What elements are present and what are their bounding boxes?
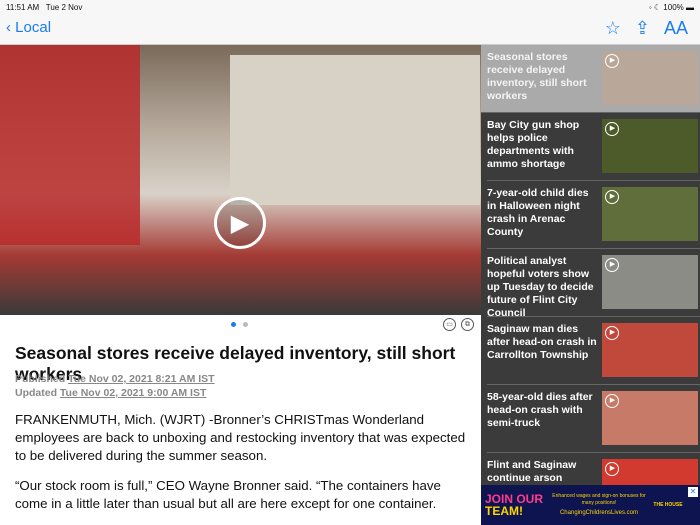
video-player[interactable]: ▶ [0,45,481,315]
story-thumbnail: ▶ [602,323,698,377]
text-size-icon[interactable]: AA [664,18,688,39]
ad-message: Enhanced wages and sign-on bonuses for m… [549,493,649,517]
updated-date: Tue Nov 02, 2021 9:00 AM IST [59,387,207,399]
play-icon[interactable]: ▶ [214,197,266,249]
sidebar-story-item[interactable]: Seasonal stores receive delayed inventor… [481,45,700,113]
back-button[interactable]: ‹ Local [6,19,51,36]
share-icon[interactable]: ⇪ [635,18,650,39]
play-icon: ▶ [605,462,620,476]
page-dots[interactable] [231,322,248,327]
story-thumbnail: ▶ [602,119,698,173]
sidebar-story-item[interactable]: Saginaw man dies after head-on crash in … [487,317,700,385]
story-thumbnail: ▶ [602,459,698,485]
play-icon: ▶ [605,190,620,204]
story-title: 7-year-old child dies in Halloween night… [487,187,589,238]
paragraph: “Our stock room is full,” CEO Wayne Bron… [15,478,441,511]
ad-url: ChangingChildrensLives.com [559,510,639,516]
paragraph: FRANKENMUTH, Mich. (WJRT) -Bronner’s CHR… [15,412,466,463]
story-title: Political analyst hopeful voters show up… [487,255,594,319]
chevron-left-icon: ‹ [6,19,11,36]
published-label: Published [15,373,66,385]
play-icon: ▶ [605,54,620,68]
ad-headline-2: TEAM! [485,504,523,518]
video-icon[interactable]: ▭ [443,318,456,331]
ad-headline: JOIN OUR TEAM! [485,493,545,517]
date: Tue 2 Nov [45,3,83,12]
sidebar-story-item[interactable]: 7-year-old child dies in Halloween night… [487,181,700,249]
nav-bar: ‹ Local ☆ ⇪ AA [0,14,700,45]
play-icon: ▶ [605,122,620,136]
video-frame-boxes [230,55,480,205]
story-thumbnail: ▶ [602,391,698,445]
time: 11:51 AM [6,3,40,12]
status-time: 11:51 AM Tue 2 Nov [6,3,82,12]
play-icon: ▶ [605,326,620,340]
updated-label: Updated [15,387,57,399]
story-title: Flint and Saginaw continue arson watches [487,459,577,484]
status-bar: 11:51 AM Tue 2 Nov ◦ ☾ 100% ▬ [0,0,700,14]
gallery-icon[interactable]: ⧉ [461,318,474,331]
play-icon: ▶ [605,258,620,272]
ad-text: Enhanced wages and sign-on bonuses for m… [552,493,646,506]
sidebar-story-item[interactable]: 58-year-old dies after head-on crash wit… [487,385,700,453]
story-title: Seasonal stores receive delayed inventor… [487,51,587,102]
published-date: Tue Nov 02, 2021 8:21 AM IST [68,373,215,385]
story-title: Saginaw man dies after head-on crash in … [487,323,597,361]
battery-percent: 100% [663,3,684,12]
sidebar-story-item[interactable]: Flint and Saginaw continue arson watches… [487,453,700,485]
sidebar-story-item[interactable]: Bay City gun shop helps police departmen… [487,113,700,181]
related-stories-sidebar[interactable]: Seasonal stores receive delayed inventor… [481,45,700,485]
page-dot[interactable] [243,322,248,327]
story-thumbnail: ▶ [602,187,698,241]
ad-banner[interactable]: JOIN OUR TEAM! Enhanced wages and sign-on… [481,485,700,525]
story-thumbnail: ▶ [602,255,698,309]
story-thumbnail: ▶ [602,51,698,105]
story-title: 58-year-old dies after head-on crash wit… [487,391,593,429]
sidebar-story-item[interactable]: Political analyst hopeful voters show up… [487,249,700,319]
article-meta: Published Tue Nov 02, 2021 8:21 AM IST U… [15,372,215,400]
back-label: Local [15,19,52,36]
article-body: FRANKENMUTH, Mich. (WJRT) -Bronner’s CHR… [15,411,475,525]
video-frame-shirt [0,45,140,245]
status-right: ◦ ☾ 100% ▬ [648,3,694,12]
ad-close-button[interactable]: ✕ [688,487,698,497]
star-icon[interactable]: ☆ [605,18,621,39]
story-title: Bay City gun shop helps police departmen… [487,119,580,170]
page-dot-active[interactable] [231,322,236,327]
ad-brand: THE HOUSE [653,502,683,508]
play-icon: ▶ [605,394,620,408]
